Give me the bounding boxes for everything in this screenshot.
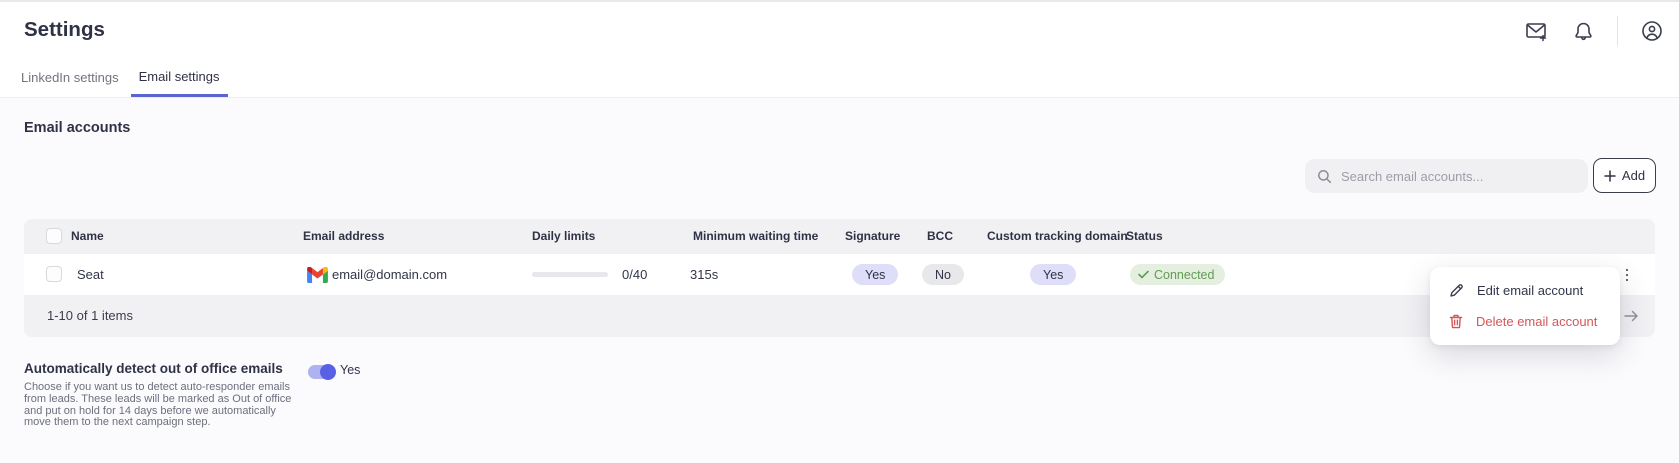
edit-email-account-label: Edit email account [1477, 283, 1583, 298]
plus-icon [1604, 170, 1616, 182]
status-badge: Connected [1130, 264, 1225, 285]
add-email-account-button[interactable]: Add [1593, 158, 1656, 193]
table-header-row: Name Email address Daily limits Minimum … [24, 219, 1655, 254]
tab-linkedin-settings[interactable]: LinkedIn settings [21, 70, 119, 97]
column-minimum-waiting-time: Minimum waiting time [693, 219, 818, 254]
select-row-checkbox[interactable] [46, 266, 62, 282]
search-email-accounts[interactable] [1305, 159, 1588, 193]
edit-email-account-item[interactable]: Edit email account [1430, 275, 1620, 306]
row-actions-context-menu: Edit email account Delete email account [1430, 267, 1620, 345]
out-of-office-description: Choose if you want us to detect auto-res… [24, 382, 291, 429]
out-of-office-title: Automatically detect out of office email… [24, 361, 283, 376]
signature-badge: Yes [852, 264, 898, 285]
row-daily-limits: 0/40 [622, 254, 647, 295]
row-email-address: email@domain.com [332, 254, 447, 295]
daily-limits-progress-bar [532, 272, 608, 277]
tab-email-settings[interactable]: Email settings [131, 69, 228, 97]
user-icon[interactable] [1639, 18, 1665, 44]
pagination-summary: 1-10 of 1 items [47, 295, 133, 337]
status-label: Connected [1154, 268, 1214, 282]
toggle-knob [320, 364, 336, 380]
top-bar: Settings [0, 2, 1679, 98]
row-name: Seat [77, 254, 104, 295]
settings-page: Settings [0, 0, 1679, 463]
out-of-office-toggle[interactable] [308, 365, 335, 379]
email-accounts-table: Name Email address Daily limits Minimum … [24, 219, 1655, 337]
description-line: from leads. These leads will be marked a… [24, 394, 291, 406]
column-custom-tracking-domain: Custom tracking domain [987, 219, 1128, 254]
kebab-menu-icon[interactable] [1617, 263, 1637, 287]
delete-email-account-label: Delete email account [1476, 314, 1597, 329]
topbar-divider [1617, 16, 1618, 46]
delete-email-account-item[interactable]: Delete email account [1430, 306, 1620, 337]
out-of-office-toggle-label: Yes [340, 363, 360, 377]
search-icon [1317, 169, 1332, 184]
table-footer-row: 1-10 of 1 items [24, 295, 1655, 337]
row-minimum-waiting-time: 315s [690, 254, 718, 295]
search-input[interactable] [1341, 169, 1576, 184]
description-line: move them to the next campaign step. [24, 417, 291, 429]
pencil-icon [1449, 283, 1464, 298]
custom-tracking-domain-badge: Yes [1030, 264, 1076, 285]
mail-plus-icon[interactable] [1523, 18, 1549, 44]
check-icon [1138, 270, 1149, 279]
column-daily-limits: Daily limits [532, 219, 595, 254]
column-name: Name [71, 219, 104, 254]
column-signature: Signature [845, 219, 900, 254]
column-status: Status [1126, 219, 1163, 254]
gmail-icon [307, 267, 328, 283]
page-title: Settings [24, 18, 105, 42]
email-accounts-heading: Email accounts [24, 120, 130, 136]
arrow-right-icon[interactable] [1618, 303, 1644, 329]
trash-icon [1449, 314, 1463, 329]
column-email-address: Email address [303, 219, 384, 254]
topbar-icons [1523, 16, 1665, 46]
settings-tabs: LinkedIn settings Email settings [21, 69, 228, 97]
column-bcc: BCC [927, 219, 953, 254]
table-row: Seat email@domain.com 0/40 315s Yes No Y… [24, 254, 1655, 295]
select-all-checkbox[interactable] [46, 228, 62, 244]
bell-icon[interactable] [1570, 18, 1596, 44]
bcc-badge: No [922, 264, 964, 285]
add-button-label: Add [1622, 168, 1645, 183]
